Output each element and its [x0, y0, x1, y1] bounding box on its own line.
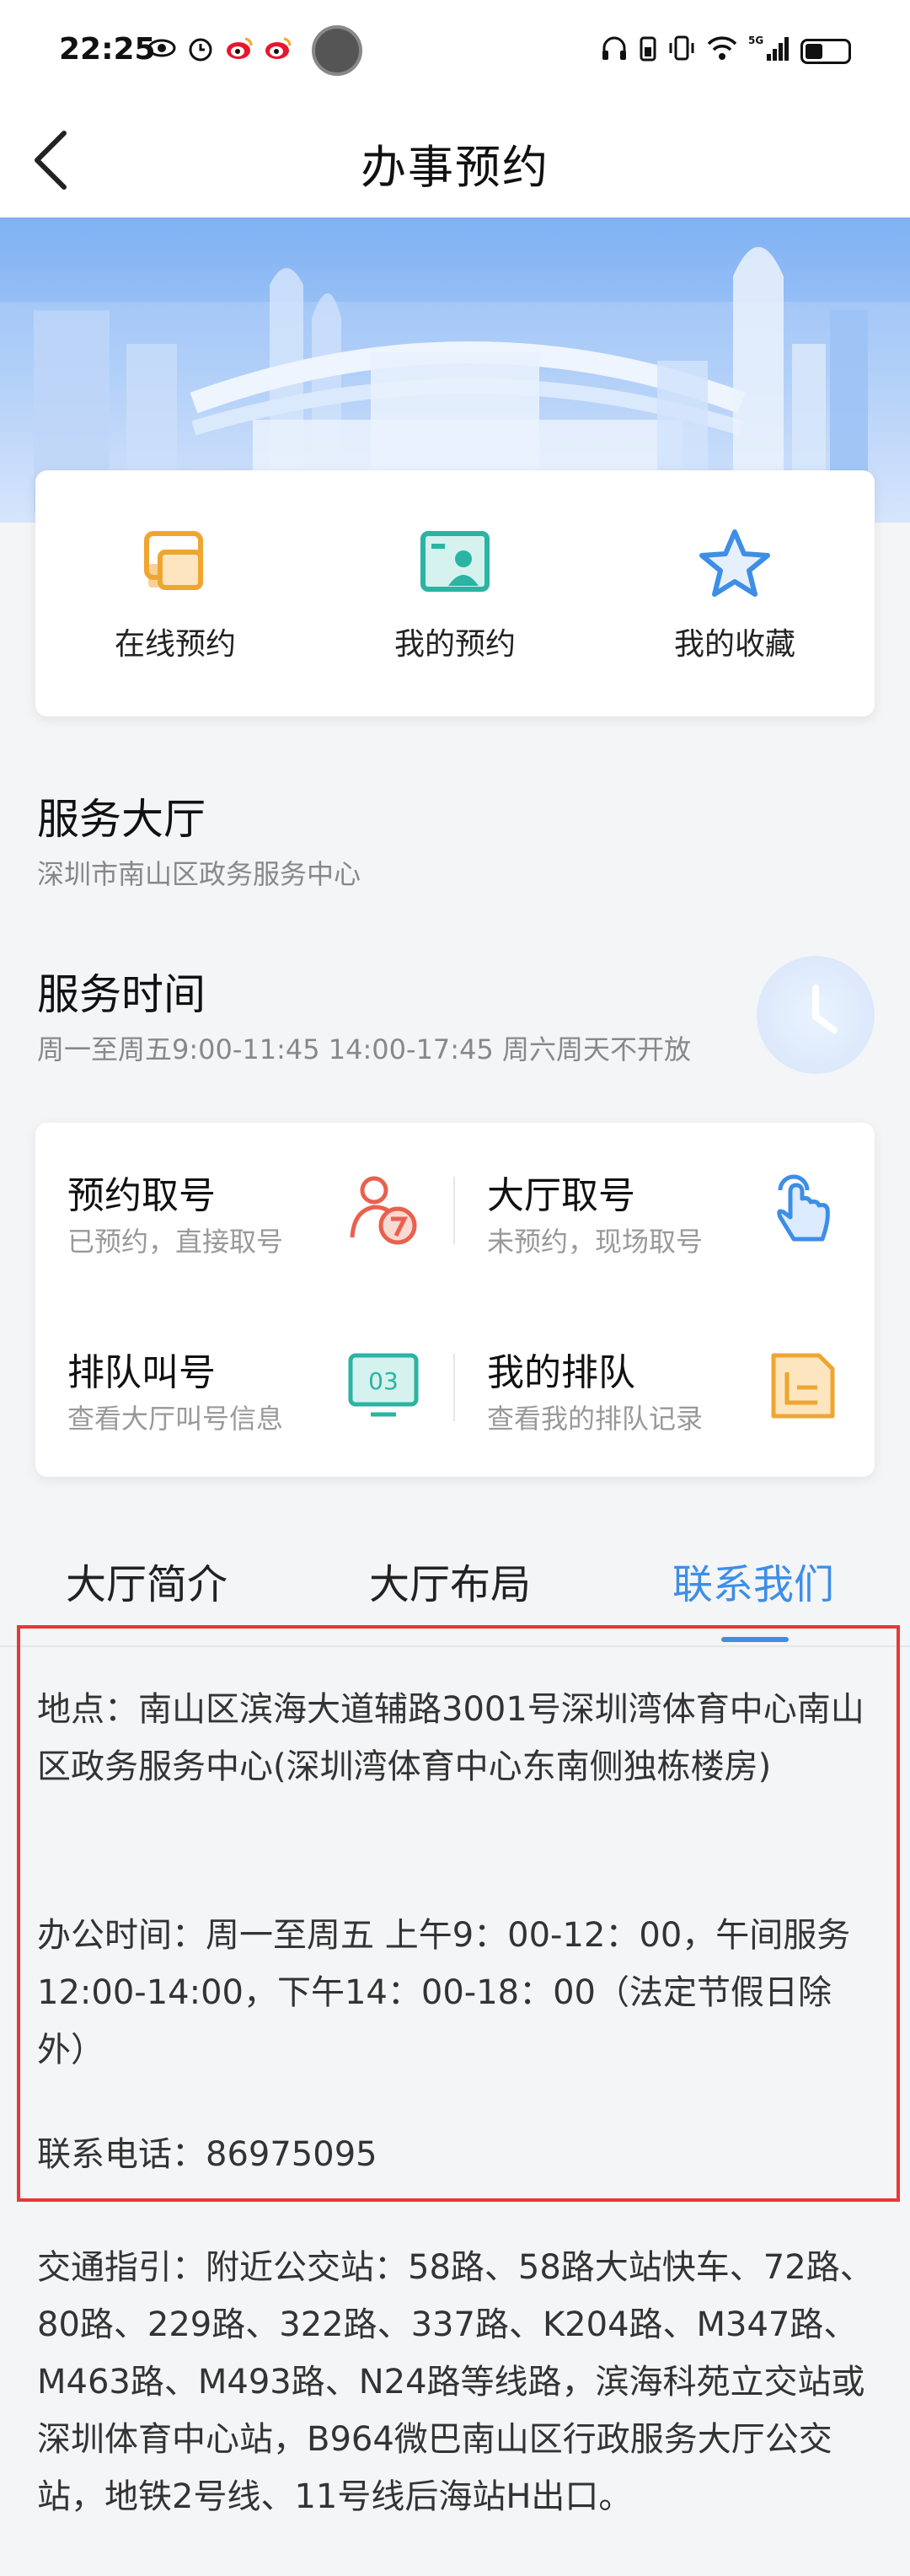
battery-icon — [800, 38, 851, 64]
booked-number-button[interactable]: 预约取号 已预约，直接取号 — [35, 1123, 455, 1300]
hall-title: 服务大厅 — [37, 795, 206, 844]
contact-address: 地点：南山区滨海大道辅路3001号深圳湾体育中心南山区政务服务中心(深圳湾体育中… — [37, 1690, 864, 1786]
traffic-guide: 交通指引：附近公交站：58路、58路大站快车、72路、80路、229路、322路… — [37, 2248, 874, 2516]
booked-number-icon — [350, 1176, 417, 1245]
contact-phone: 联系电话：86975095 — [37, 2135, 377, 2174]
online-booking-button[interactable]: 在线预约 — [49, 523, 302, 663]
my-queue-sub: 查看我的排队记录 — [487, 1403, 704, 1435]
online-booking-label: 在线预约 — [114, 627, 236, 662]
my-booking-icon — [420, 531, 490, 592]
queue-call-title: 排队叫号 — [67, 1351, 216, 1394]
online-booking-icon — [144, 531, 203, 590]
status-time: 22:25 — [59, 32, 156, 67]
weibo-icon — [225, 34, 254, 62]
status-left-icons — [147, 34, 292, 62]
weibo-icon — [264, 34, 292, 62]
notification-avatar — [312, 25, 362, 76]
page-title: 办事预约 — [361, 141, 549, 194]
queue-card: 预约取号 已预约，直接取号 大厅取号 未预约，现场取号 排队叫号 查看大厅叫号信… — [35, 1123, 875, 1477]
booked-number-title: 预约取号 — [67, 1174, 216, 1217]
battery-saver-icon — [639, 34, 657, 68]
hall-name: 深圳市南山区政务服务中心 — [37, 858, 361, 890]
service-time-title: 服务时间 — [37, 970, 206, 1019]
my-queue-button[interactable]: 我的排队 查看我的排队记录 — [455, 1300, 875, 1477]
queue-call-button[interactable]: 排队叫号 查看大厅叫号信息 03 — [35, 1300, 455, 1477]
hall-number-button[interactable]: 大厅取号 未预约，现场取号 — [455, 1123, 875, 1300]
wifi-icon — [706, 34, 738, 68]
favorite-star-icon — [699, 529, 770, 597]
service-time-hours: 周一至周五9:00-11:45 14:00-17:45 周六周天不开放 — [37, 1033, 691, 1065]
signal-5g-icon: 5G — [748, 34, 790, 68]
booked-number-sub: 已预约，直接取号 — [67, 1226, 284, 1258]
my-booking-button[interactable]: 我的预约 — [329, 523, 581, 663]
hall-number-title: 大厅取号 — [487, 1174, 635, 1217]
alarm-icon — [186, 34, 215, 62]
status-right-icons: 5G — [600, 34, 851, 68]
queue-screen-icon: 03 — [348, 1353, 419, 1417]
status-bar: 22:25 5G — [0, 0, 910, 101]
contact-office-hours: 办公时间：周一至周五 上午9：00-12：00，午间服务12:00-14:00，… — [37, 1916, 851, 2069]
tab-contact-us[interactable]: 联系我们 — [672, 1551, 834, 1610]
tab-hall-intro[interactable]: 大厅简介 — [66, 1551, 228, 1610]
tab-hall-layout[interactable]: 大厅布局 — [369, 1551, 531, 1610]
quick-actions-card: 在线预约 我的预约 我的收藏 — [35, 470, 875, 716]
nav-bar: 办事预约 — [0, 101, 910, 219]
svg-text:03: 03 — [368, 1367, 399, 1395]
my-favorites-button[interactable]: 我的收藏 — [608, 523, 861, 663]
clock-icon — [757, 956, 875, 1074]
tap-hand-icon — [777, 1174, 830, 1242]
headphones-icon — [600, 34, 629, 68]
my-queue-title: 我的排队 — [487, 1351, 635, 1394]
queue-call-sub: 查看大厅叫号信息 — [67, 1403, 284, 1435]
my-favorites-label: 我的收藏 — [673, 627, 795, 662]
queue-record-icon — [771, 1353, 835, 1419]
my-booking-label: 我的预约 — [393, 627, 516, 662]
hall-number-sub: 未预约，现场取号 — [487, 1226, 704, 1258]
svg-text:5G: 5G — [748, 35, 763, 46]
vibrate-icon — [667, 34, 696, 68]
eye-icon — [147, 34, 176, 62]
